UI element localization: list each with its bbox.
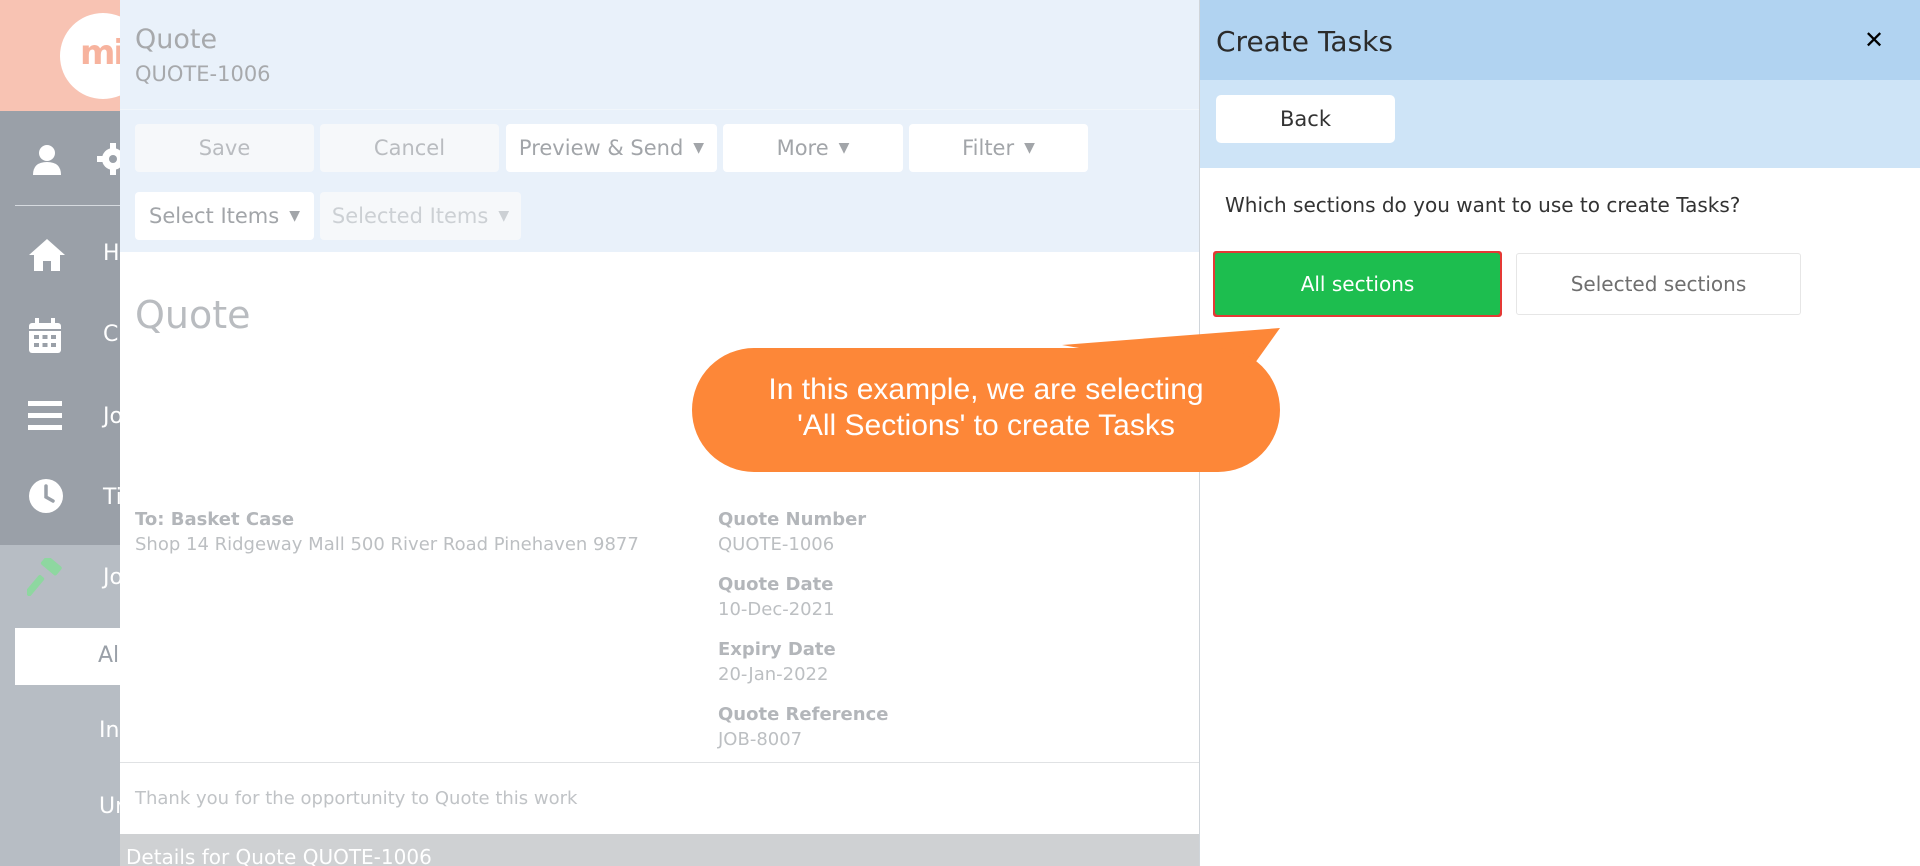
cancel-button[interactable]: Cancel <box>320 124 499 172</box>
panel-header: Create Tasks ✕ <box>1200 0 1920 80</box>
caret-down-icon: ▼ <box>838 140 850 156</box>
to-label: To: Basket Case <box>135 509 295 530</box>
select-items-label: Select Items <box>149 204 280 228</box>
clock-icon <box>28 478 64 518</box>
quote-header: Quote QUOTE-1006 Save Cancel Preview & S… <box>120 0 1200 252</box>
callout-text: In this example, we are selecting 'All S… <box>692 372 1280 444</box>
quote-number-subtitle: QUOTE-1006 <box>135 62 271 86</box>
preview-send-button[interactable]: Preview & Send ▼ <box>506 124 717 172</box>
calendar-icon <box>28 318 62 358</box>
caret-down-icon: ▼ <box>693 140 705 156</box>
selected-sections-button[interactable]: Selected sections <box>1516 253 1801 315</box>
sidebar-subitem-in[interactable]: In <box>99 718 119 743</box>
quote-heading: Quote <box>135 293 251 337</box>
callout-line-1: In this example, we are selecting <box>768 373 1204 406</box>
selected-items-label: Selected Items <box>331 204 489 228</box>
to-address: Shop 14 Ridgeway Mall 500 River Road Pin… <box>135 534 639 555</box>
user-icon[interactable] <box>30 142 64 180</box>
header-divider <box>120 109 1200 110</box>
panel-title: Create Tasks <box>1216 25 1393 58</box>
sidebar-divider <box>15 205 120 206</box>
home-icon <box>27 237 67 277</box>
select-items-button[interactable]: Select Items ▼ <box>135 192 314 240</box>
page-title: Quote <box>135 24 218 55</box>
cancel-label: Cancel <box>373 136 446 160</box>
sidebar-subitem-label: Al <box>98 643 120 668</box>
section-divider <box>120 762 1200 763</box>
all-sections-label: All sections <box>1300 272 1415 296</box>
app-logo[interactable]: mi <box>60 13 120 99</box>
selected-items-button[interactable]: Selected Items ▼ <box>320 192 521 240</box>
expiry-date-label: Expiry Date <box>718 639 836 660</box>
sidebar-item-home[interactable]: H <box>103 241 120 266</box>
quote-number-label: Quote Number <box>718 509 867 530</box>
quote-reference-label: Quote Reference <box>718 704 889 725</box>
sidebar-item-time[interactable]: Ti <box>103 485 120 510</box>
caret-down-icon: ▼ <box>498 208 510 224</box>
quote-number-value: QUOTE-1006 <box>718 534 835 555</box>
more-label: More <box>776 136 829 160</box>
sections-question: Which sections do you want to use to cre… <box>1225 193 1741 217</box>
caret-down-icon: ▼ <box>289 208 300 224</box>
quote-date-label: Quote Date <box>718 574 834 595</box>
sidebar-item-jobs-active[interactable]: Jo <box>103 565 120 590</box>
close-icon[interactable]: ✕ <box>1856 22 1892 58</box>
save-button[interactable]: Save <box>135 124 314 172</box>
caret-down-icon: ▼ <box>1024 140 1035 156</box>
save-label: Save <box>198 136 251 160</box>
panel-toolbar: Back <box>1200 80 1920 168</box>
callout-line-2: 'All Sections' to create Tasks <box>797 409 1175 442</box>
create-tasks-panel: Create Tasks ✕ Back Which sections do yo… <box>1199 0 1920 866</box>
gear-icon[interactable] <box>96 142 120 180</box>
expiry-date-value: 20-Jan-2022 <box>718 664 829 685</box>
filter-label: Filter <box>962 136 1015 160</box>
back-label: Back <box>1280 107 1331 131</box>
sidebar-item-calendar[interactable]: C <box>103 322 118 347</box>
thank-you-note: Thank you for the opportunity to Quote t… <box>135 788 578 809</box>
quote-date-value: 10-Dec-2021 <box>718 599 835 620</box>
quote-reference-value: JOB-8007 <box>718 729 803 750</box>
preview-send-label: Preview & Send <box>518 136 684 160</box>
filter-button[interactable]: Filter ▼ <box>909 124 1088 172</box>
selected-sections-label: Selected sections <box>1570 272 1747 296</box>
hammer-icon <box>25 555 67 600</box>
app-sidebar: mi H C Jo Ti Jo Al In Ur <box>0 0 120 866</box>
logo-text: mi <box>80 33 120 73</box>
sidebar-subitem-all[interactable]: Al <box>15 628 120 685</box>
sidebar-brand-area: mi <box>0 0 120 111</box>
sidebar-subitem-ur[interactable]: Ur <box>99 794 120 819</box>
details-title: Details for Quote QUOTE-1006 <box>126 845 432 866</box>
menu-icon <box>28 401 62 435</box>
back-button[interactable]: Back <box>1216 95 1395 143</box>
sidebar-item-jobs[interactable]: Jo <box>103 404 120 429</box>
more-button[interactable]: More ▼ <box>723 124 903 172</box>
details-section-header[interactable]: Details for Quote QUOTE-1006 <box>120 834 1200 866</box>
